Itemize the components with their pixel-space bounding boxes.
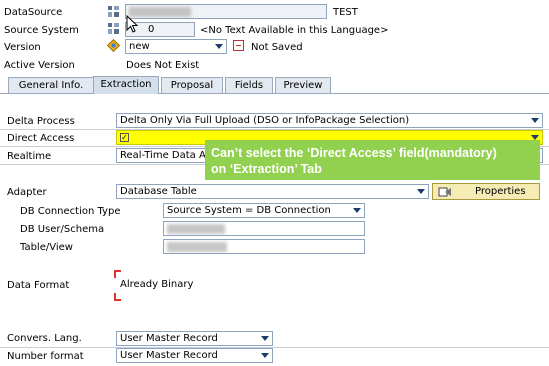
tab-strip — [0, 93, 549, 94]
tab-extraction[interactable]: Extraction — [93, 76, 159, 94]
divider — [0, 347, 549, 348]
required-marker-bottom — [114, 293, 121, 301]
version-value: new — [129, 41, 150, 52]
properties-button[interactable]: Properties — [432, 183, 540, 200]
active-version-value: Does Not Exist — [126, 60, 200, 71]
redacted-db-user — [167, 224, 225, 234]
required-marker-top — [114, 270, 121, 278]
db-user-schema-field[interactable] — [163, 221, 365, 236]
db-connection-type-dropdown[interactable]: Source System = DB Connection — [163, 203, 365, 218]
table-view-label: Table/View — [20, 242, 73, 253]
chevron-down-icon[interactable] — [351, 205, 363, 216]
number-format-label: Number format — [7, 351, 84, 362]
tab-general-info[interactable]: General Info. — [8, 77, 94, 93]
direct-access-label: Direct Access — [7, 133, 75, 144]
properties-label: Properties — [475, 186, 526, 197]
version-status: Not Saved — [251, 42, 303, 53]
source-system-icon[interactable] — [107, 22, 120, 35]
redacted-table-view — [167, 242, 227, 252]
db-user-schema-label: DB User/Schema — [20, 224, 105, 235]
convers-lang-dropdown[interactable]: User Master Record — [116, 331, 273, 346]
chevron-down-icon[interactable] — [213, 41, 225, 52]
mouse-cursor-icon — [126, 14, 140, 35]
delta-process-dropdown[interactable]: Delta Only Via Full Upload (DSO or InfoP… — [116, 113, 543, 128]
convers-lang-value: User Master Record — [120, 333, 218, 344]
version-label: Version — [4, 42, 41, 53]
version-dropdown[interactable]: new — [125, 39, 227, 54]
realtime-label: Realtime — [7, 151, 52, 162]
active-version-label: Active Version — [4, 60, 75, 71]
chevron-down-icon[interactable] — [259, 333, 271, 344]
convers-lang-label: Convers. Lang. — [7, 333, 82, 344]
annotation-line-1: Can’t select the ‘Direct Access’ field(m… — [211, 146, 497, 160]
properties-icon — [438, 186, 452, 198]
tab-proposal[interactable]: Proposal — [161, 77, 223, 93]
chevron-down-icon[interactable] — [259, 350, 271, 361]
table-view-field[interactable] — [163, 239, 365, 254]
chevron-down-icon[interactable] — [529, 115, 541, 126]
datasource-icon[interactable] — [107, 5, 120, 18]
chevron-down-icon[interactable] — [415, 186, 427, 197]
source-system-text: <No Text Available in this Language> — [200, 25, 389, 36]
tab-fields[interactable]: Fields — [225, 77, 273, 93]
delta-process-label: Delta Process — [7, 116, 75, 127]
source-system-label: Source System — [4, 25, 79, 36]
number-format-dropdown[interactable]: User Master Record — [116, 348, 273, 363]
tab-preview[interactable]: Preview — [275, 77, 331, 93]
db-connection-type-value: Source System = DB Connection — [167, 205, 331, 216]
datasource-field[interactable] — [125, 4, 327, 19]
db-connection-type-label: DB Connection Type — [20, 206, 121, 217]
delta-process-value: Delta Only Via Full Upload (DSO or InfoP… — [120, 115, 410, 126]
adapter-label: Adapter — [7, 187, 47, 198]
annotation-line-2: on ‘Extraction’ Tab — [211, 162, 322, 176]
direct-access-check-icon: ✓ — [120, 133, 129, 142]
number-format-value: User Master Record — [120, 350, 218, 361]
minus-status-icon — [233, 40, 244, 51]
version-icon — [106, 38, 121, 53]
data-format-label: Data Format — [7, 280, 70, 291]
datasource-suffix: TEST — [333, 7, 358, 18]
annotation-callout: Can’t select the ‘Direct Access’ field(m… — [205, 140, 540, 180]
source-system-value: 0 — [148, 24, 155, 35]
data-format-value[interactable]: Already Binary — [120, 279, 193, 290]
adapter-dropdown[interactable]: Database Table — [116, 184, 429, 199]
adapter-value: Database Table — [120, 186, 197, 197]
datasource-label: DataSource — [4, 7, 63, 18]
